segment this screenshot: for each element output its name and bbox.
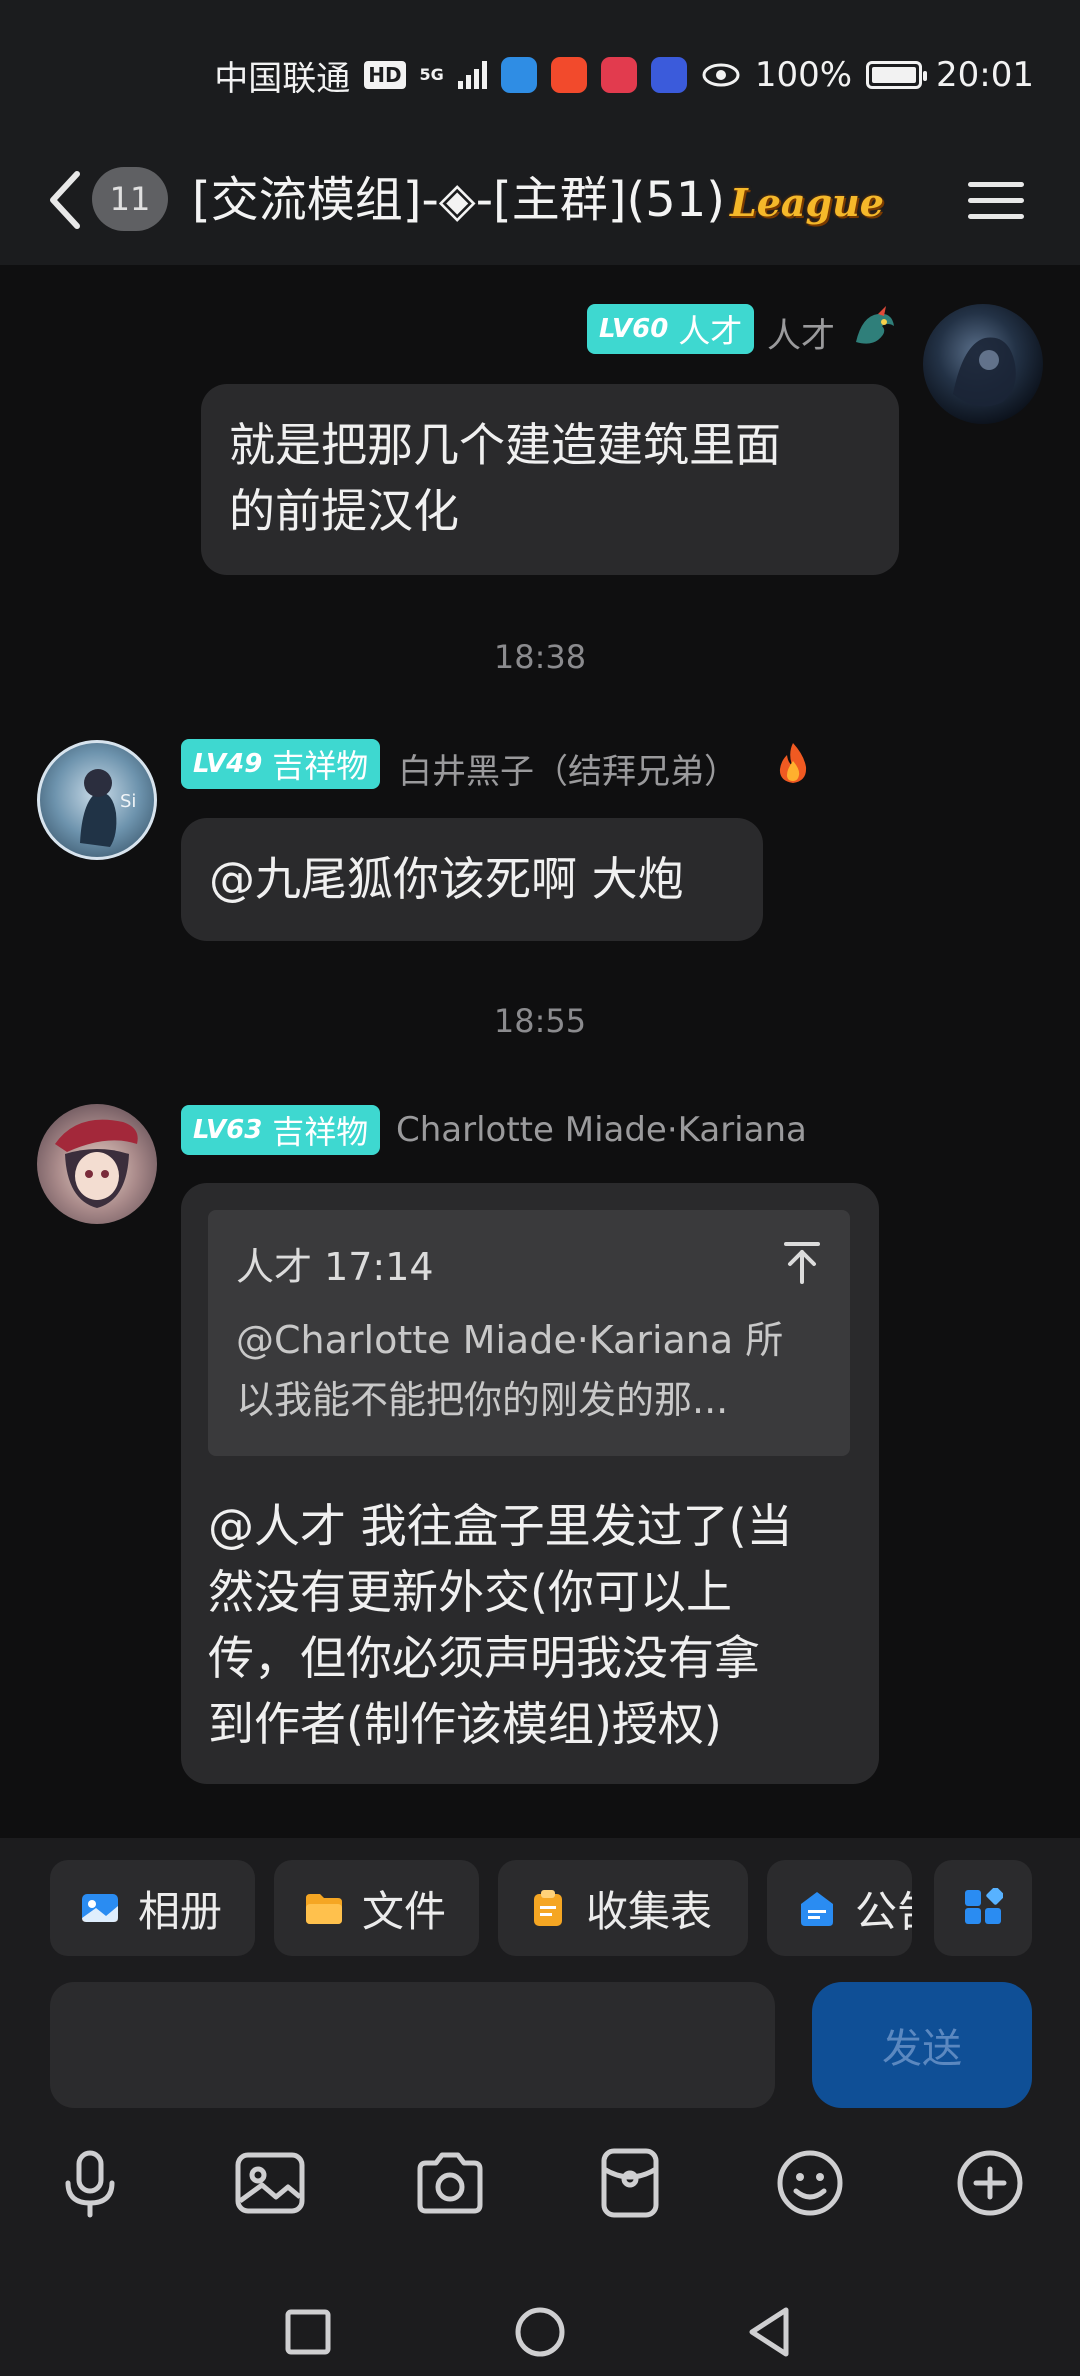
menu-line: [968, 213, 1024, 219]
timestamp-separator: 18:55: [493, 1002, 587, 1040]
level-value: LV60: [599, 314, 669, 344]
reader-app-icon: [600, 57, 637, 93]
back-nav-button[interactable]: [742, 2304, 798, 2360]
system-navigation-bar: [0, 2288, 1080, 2376]
svg-text:Si: Si: [120, 791, 136, 812]
quoted-reply[interactable]: 人才 17:14 @Charlotte Miade·Kariana 所 以我能不…: [208, 1210, 850, 1456]
apps-grid-icon: [965, 1888, 1003, 1924]
level-role: 人才: [678, 312, 743, 350]
sender-name: Charlotte Miade·Kariana: [396, 1110, 807, 1150]
microphone-icon[interactable]: [50, 2143, 130, 2223]
sender-name: 人才: [767, 316, 835, 356]
battery-percent: 100%: [754, 55, 853, 95]
file-label: 文件: [362, 1886, 447, 1936]
message-input[interactable]: [50, 1982, 775, 2108]
back-button[interactable]: [40, 160, 90, 240]
quote-line: 以我能不能把你的刚发的那...: [236, 1378, 729, 1422]
chat-title[interactable]: [交流模组]-◈-[主群](51): [192, 162, 725, 238]
image-icon[interactable]: [230, 2143, 310, 2223]
eye-comfort-icon: [702, 63, 740, 87]
level-badge: LV63 吉祥物: [181, 1105, 381, 1155]
album-icon: [82, 1894, 118, 1922]
status-bar: 中国联通 HD 5G 100% 20:01: [0, 0, 1080, 150]
clock: 20:01: [936, 55, 1034, 95]
message-line: @人才 我往盒子里发过了(当: [208, 1499, 793, 1553]
dragon-medal-icon: [856, 306, 894, 344]
message-bubble[interactable]: @九尾狐你该死啊 大炮: [181, 818, 763, 941]
league-badge[interactable]: League: [730, 180, 884, 225]
red-packet-icon[interactable]: [590, 2143, 670, 2223]
level-badge: LV49 吉祥物: [181, 739, 381, 789]
network-type: 5G: [419, 65, 444, 84]
chevron-left-icon: [50, 171, 80, 229]
level-role: 吉祥物: [272, 1113, 369, 1151]
timestamp-separator: 18:38: [493, 638, 587, 676]
notice-button[interactable]: 公告: [767, 1860, 912, 1956]
quote-line: @Charlotte Miade·Kariana 所: [236, 1318, 784, 1362]
form-label: 收集表: [586, 1886, 713, 1936]
shopping-app-icon: [550, 57, 587, 93]
menu-line: [968, 181, 1024, 187]
megaphone-icon: [801, 1892, 833, 1926]
avatar[interactable]: [923, 304, 1043, 424]
menu-button[interactable]: [968, 168, 1024, 232]
message-bubble[interactable]: 就是把那几个建造建筑里面 的前提汉化: [201, 384, 899, 575]
apps-button[interactable]: [934, 1860, 1032, 1956]
level-value: LV63: [193, 1115, 263, 1145]
tieba-app-icon: [650, 57, 687, 93]
notice-label: 公告: [855, 1886, 912, 1936]
avatar[interactable]: [37, 1104, 157, 1224]
folder-icon: [306, 1894, 342, 1924]
album-button[interactable]: 相册: [50, 1860, 255, 1956]
status-indicators: 中国联通 HD 5G 100% 20:01: [214, 50, 1034, 100]
message-bubble[interactable]: 人才 17:14 @Charlotte Miade·Kariana 所 以我能不…: [181, 1183, 879, 1784]
hd-voice-icon: HD: [364, 61, 406, 89]
message-text: 的前提汉化: [229, 484, 459, 538]
flame-icon: [779, 743, 807, 783]
file-button[interactable]: 文件: [274, 1860, 479, 1956]
signal-icon: [457, 61, 487, 89]
message-line: 传，但你必须声明我没有拿: [208, 1631, 760, 1685]
jump-to-original-icon[interactable]: [782, 1240, 822, 1284]
album-label: 相册: [138, 1886, 223, 1936]
level-value: LV49: [193, 749, 263, 779]
message-line: 到作者(制作该模组)授权): [208, 1697, 722, 1751]
message-text: @人才 我往盒子里发过了(当 然没有更新外交(你可以上 传，但你必须声明我没有拿…: [208, 1493, 858, 1757]
send-button[interactable]: 发送: [812, 1982, 1032, 2108]
weather-app-icon: [500, 57, 537, 93]
camera-icon[interactable]: [410, 2143, 490, 2223]
level-badge: LV60 人才: [587, 304, 755, 354]
message-line: 然没有更新外交(你可以上: [208, 1565, 732, 1619]
composer-panel: 相册 文件 收集表 公告 发送: [0, 1838, 1080, 2376]
unread-count-badge[interactable]: 11: [92, 167, 168, 231]
form-button[interactable]: 收集表: [498, 1860, 748, 1956]
emoji-icon[interactable]: [770, 2143, 850, 2223]
message-text: 就是把那几个建造建筑里面: [229, 418, 781, 472]
plus-icon[interactable]: [950, 2143, 1030, 2223]
quote-text: @Charlotte Miade·Kariana 所 以我能不能把你的刚发的那.…: [236, 1310, 796, 1430]
avatar[interactable]: Si: [37, 740, 157, 860]
carrier-name: 中国联通: [214, 58, 351, 99]
battery-icon: [866, 61, 928, 89]
sender-name: 白井黑子（结拜兄弟）: [398, 752, 738, 792]
quote-header: 人才 17:14: [236, 1245, 434, 1289]
level-role: 吉祥物: [272, 747, 369, 785]
message-text: @九尾狐你该死啊 大炮: [209, 852, 684, 906]
recents-button[interactable]: [280, 2304, 336, 2360]
home-button[interactable]: [512, 2304, 568, 2360]
clipboard-icon: [534, 1890, 562, 1926]
menu-line: [968, 197, 1024, 203]
chat-header: 11 [交流模组]-◈-[主群](51) League: [0, 150, 1080, 265]
